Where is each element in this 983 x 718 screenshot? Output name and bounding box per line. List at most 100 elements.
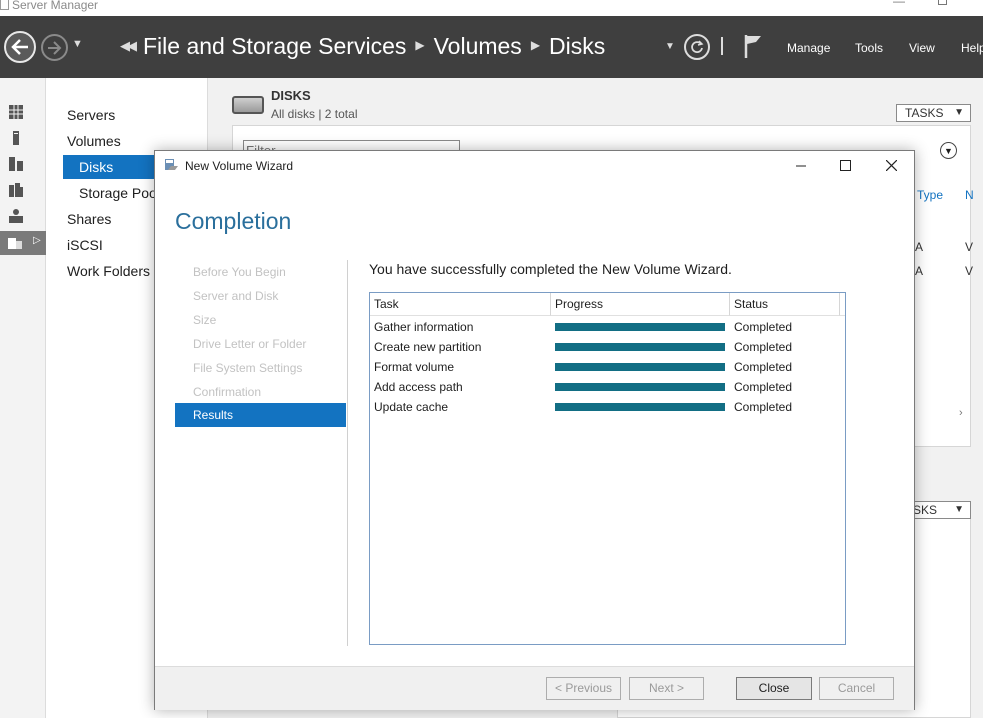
- disk-icon: [232, 96, 264, 114]
- dashboard-icon[interactable]: [8, 104, 24, 120]
- all-servers-icon[interactable]: [8, 156, 24, 172]
- table-row[interactable]: Update cache Completed: [370, 398, 845, 418]
- arrow-right-icon: [48, 40, 62, 55]
- chevron-down-icon: ▼: [954, 107, 964, 118]
- menu-manage[interactable]: Manage: [787, 41, 830, 55]
- minimize-icon: [795, 165, 806, 166]
- progress-bar: [555, 363, 725, 371]
- header-bar: ▼ ◀◀ File and Storage Services ▶ Volumes ▶ D…: [0, 16, 983, 78]
- nav-item-servers[interactable]: Servers: [67, 107, 115, 123]
- app-title: Server Manager: [12, 0, 99, 12]
- breadcrumb-overflow-icon[interactable]: ◀◀: [120, 38, 137, 54]
- maximize-button[interactable]: [938, 0, 947, 5]
- progress-fill: [555, 323, 725, 331]
- breadcrumb: File and Storage Services ▶ Volumes ▶ Disks: [143, 33, 605, 60]
- progress-bar: [555, 323, 725, 331]
- nav-item-shares[interactable]: Shares: [67, 211, 111, 227]
- dialog-maximize-button[interactable]: [830, 154, 860, 176]
- history-dropdown-icon[interactable]: ▼: [72, 38, 83, 50]
- menu-help[interactable]: Help: [961, 41, 983, 55]
- back-button[interactable]: [4, 31, 36, 63]
- chevron-down-icon: ▼: [944, 145, 953, 156]
- task-name: Format volume: [374, 360, 455, 374]
- wizard-step: Drive Letter or Folder: [193, 337, 307, 351]
- dialog-titlebar: New Volume Wizard: [155, 151, 914, 180]
- task-status: Completed: [734, 360, 793, 374]
- breadcrumb-item[interactable]: Volumes: [434, 33, 522, 59]
- wizard-step-results[interactable]: Results: [175, 403, 346, 427]
- completion-message: You have successfully completed the New …: [369, 261, 732, 277]
- wizard-divider: [347, 260, 348, 646]
- tasks-label: TASKS: [905, 106, 944, 120]
- breadcrumb-separator-icon: ▶: [415, 38, 425, 52]
- next-button[interactable]: Next >: [629, 677, 704, 700]
- dialog-title: New Volume Wizard: [185, 159, 294, 173]
- table-row[interactable]: Create new partition Completed: [370, 338, 845, 358]
- wizard-step: Server and Disk: [193, 289, 279, 303]
- column-header-status[interactable]: Status: [730, 293, 840, 316]
- volume-wizard-icon: [165, 159, 178, 170]
- nav-item-volumes[interactable]: Volumes: [67, 133, 121, 149]
- progress-fill: [555, 343, 725, 351]
- tasks-dropdown[interactable]: TASKS ▼: [896, 104, 971, 122]
- column-header-task[interactable]: Task: [370, 293, 551, 316]
- forward-button[interactable]: [41, 34, 68, 61]
- dialog-close-button[interactable]: [876, 154, 906, 176]
- wizard-step: Before You Begin: [193, 265, 286, 279]
- progress-bar: [555, 383, 725, 391]
- close-icon: [885, 159, 897, 171]
- expand-arrow-icon[interactable]: ▷: [33, 235, 41, 246]
- wizard-step: File System Settings: [193, 361, 303, 375]
- menu-view[interactable]: View: [909, 41, 935, 55]
- breadcrumb-dropdown-icon[interactable]: ▼: [665, 41, 675, 52]
- storage-role-icon[interactable]: [8, 208, 24, 224]
- local-server-icon[interactable]: [8, 130, 24, 146]
- task-status: Completed: [734, 320, 793, 334]
- server-manager-icon: [0, 0, 9, 10]
- icon-rail: ▷: [0, 78, 46, 718]
- menu-tools[interactable]: Tools: [855, 41, 883, 55]
- table-cell: V: [965, 264, 974, 278]
- column-header-type[interactable]: Type: [917, 188, 943, 202]
- new-volume-wizard-dialog: New Volume Wizard Completion Before You …: [154, 150, 915, 710]
- table-row[interactable]: Gather information Completed: [370, 318, 845, 338]
- section-subtitle: All disks | 2 total: [271, 107, 358, 121]
- column-header-n[interactable]: N: [965, 188, 974, 202]
- server-group-icon[interactable]: [8, 182, 24, 198]
- previous-button[interactable]: < Previous: [546, 677, 621, 700]
- refresh-button[interactable]: [684, 34, 710, 60]
- progress-fill: [555, 383, 725, 391]
- breadcrumb-item[interactable]: Disks: [549, 33, 605, 59]
- rail-selected-item[interactable]: ▷: [0, 231, 46, 255]
- header-divider: [721, 37, 723, 55]
- close-button[interactable]: Close: [736, 677, 812, 700]
- task-name: Gather information: [374, 320, 474, 334]
- task-name: Update cache: [374, 400, 449, 414]
- task-name: Create new partition: [374, 340, 482, 354]
- nav-item-work-folders[interactable]: Work Folders: [67, 263, 150, 279]
- table-cell: V: [965, 240, 974, 254]
- minimize-button[interactable]: —: [893, 0, 905, 8]
- dialog-footer: < Previous Next > Close Cancel: [155, 666, 914, 710]
- maximize-icon: [839, 159, 851, 171]
- progress-fill: [555, 403, 725, 411]
- table-row[interactable]: Add access path Completed: [370, 378, 845, 398]
- table-row[interactable]: Format volume Completed: [370, 358, 845, 378]
- notifications-flag-icon[interactable]: [744, 33, 762, 59]
- wizard-page-heading: Completion: [175, 208, 292, 234]
- scroll-right-icon[interactable]: ›: [959, 407, 963, 419]
- breadcrumb-separator-icon: ▶: [530, 38, 541, 52]
- dialog-minimize-button[interactable]: [786, 154, 816, 176]
- task-status: Completed: [734, 400, 793, 414]
- table-cell: A: [915, 240, 924, 254]
- app-titlebar: Server Manager —: [0, 0, 983, 16]
- arrow-left-icon: [11, 39, 28, 55]
- table-cell: A: [915, 264, 924, 278]
- cancel-button[interactable]: Cancel: [819, 677, 894, 700]
- task-name: Add access path: [374, 380, 463, 394]
- expand-panel-button[interactable]: ▼: [940, 142, 957, 159]
- breadcrumb-item[interactable]: File and Storage Services: [143, 33, 406, 59]
- task-status: Completed: [734, 380, 793, 394]
- column-header-progress[interactable]: Progress: [551, 293, 730, 316]
- nav-item-iscsi[interactable]: iSCSI: [67, 237, 103, 253]
